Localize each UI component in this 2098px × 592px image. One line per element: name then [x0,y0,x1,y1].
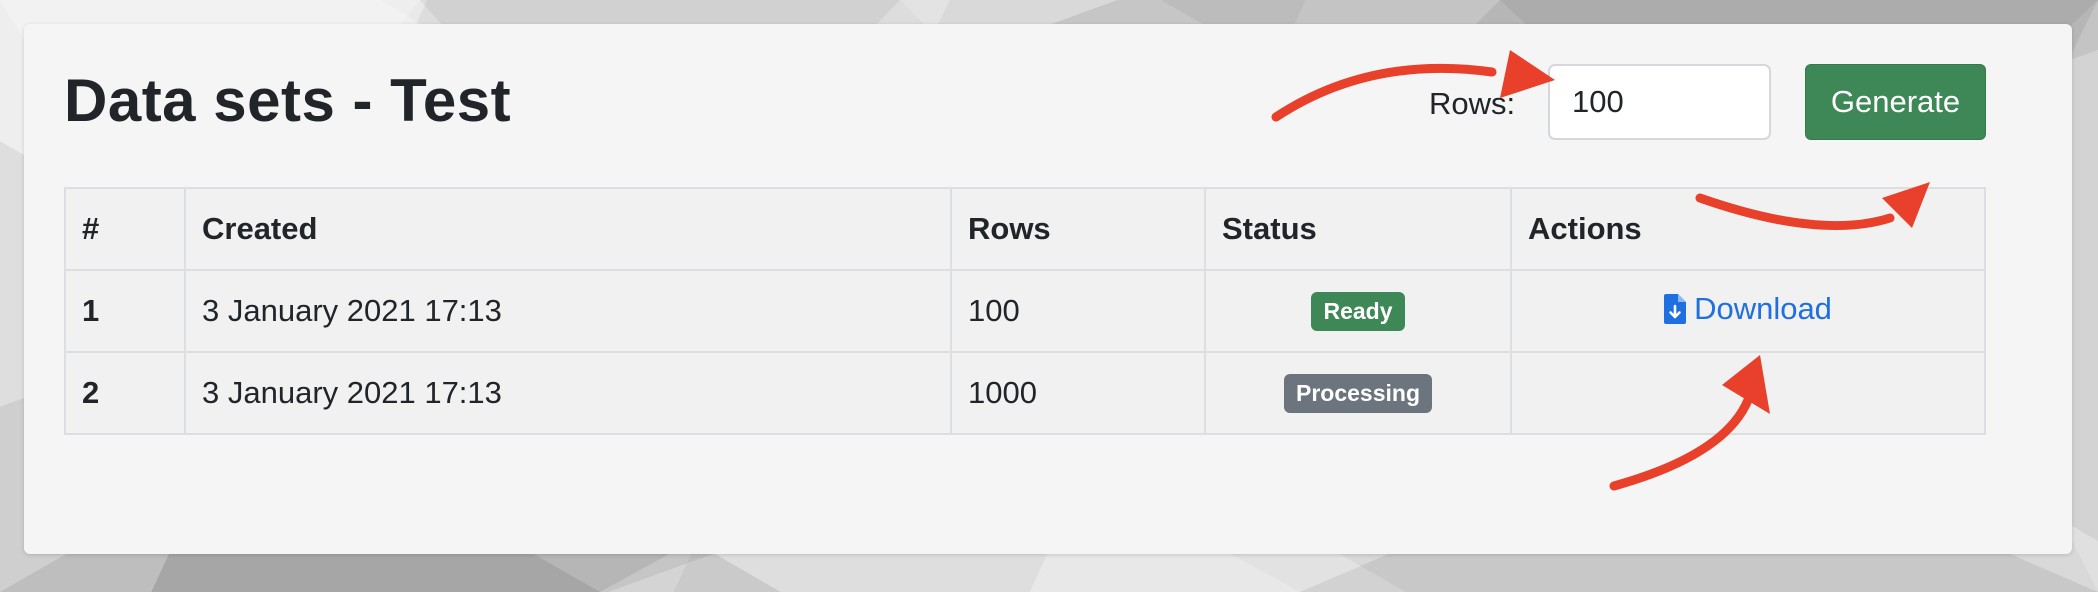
row-number: 2 [64,351,186,435]
row-status: Ready [1204,269,1512,353]
table-row: 2 3 January 2021 17:13 1000 Processing [64,351,1986,435]
page-title: Data sets - Test [64,67,512,134]
header-num: # [64,187,186,271]
table-header-row: # Created Rows Status Actions [64,187,1986,271]
row-created: 3 January 2021 17:13 [184,351,952,435]
datasets-table: # Created Rows Status Actions 1 3 Januar… [64,187,1986,435]
row-rows: 100 [950,269,1206,353]
row-actions [1510,351,1986,435]
header-status: Status [1204,187,1512,271]
generate-button[interactable]: Generate [1805,64,1986,140]
header-rows: Rows [950,187,1206,271]
file-download-icon [1664,293,1687,324]
rows-label: Rows: [1429,86,1516,121]
header-actions: Actions [1510,187,1986,271]
download-link[interactable]: Download [1664,291,1832,327]
status-badge: Ready [1311,291,1405,332]
row-rows: 1000 [950,351,1206,435]
row-actions: Download [1510,269,1986,353]
row-number: 1 [64,269,186,353]
row-created: 3 January 2021 17:13 [184,269,952,353]
download-label: Download [1694,290,1832,326]
status-badge: Processing [1284,373,1432,414]
rows-input[interactable] [1548,64,1771,140]
table-row: 1 3 January 2021 17:13 100 Ready Downloa… [64,269,1986,353]
header-created: Created [184,187,952,271]
row-status: Processing [1204,351,1512,435]
